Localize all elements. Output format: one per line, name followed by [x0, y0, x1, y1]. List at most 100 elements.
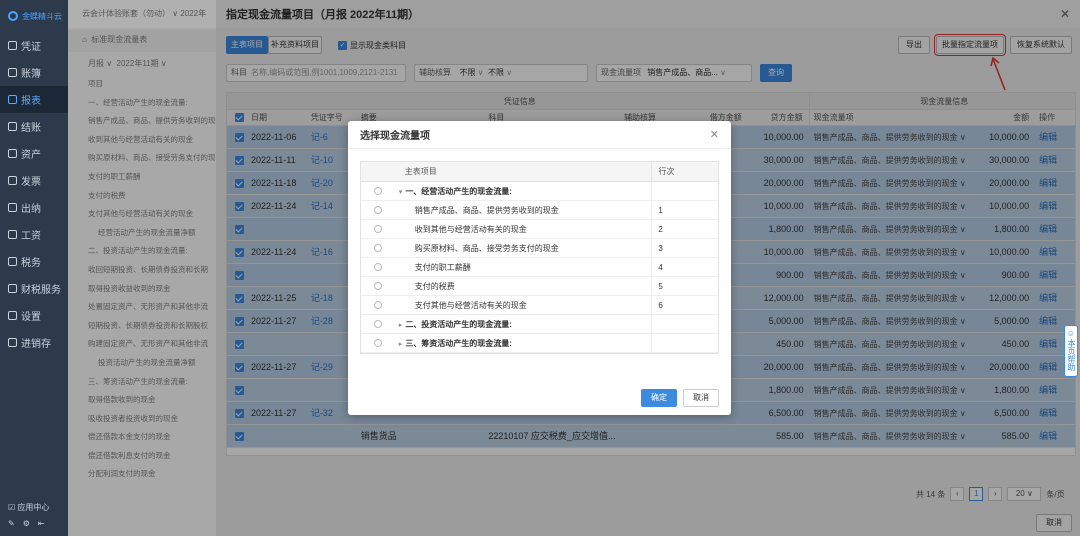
- sidebar-item-0[interactable]: 凭证: [0, 32, 68, 59]
- cash-flow-item-index: 2: [651, 220, 718, 238]
- app-center-link[interactable]: ☑ 应用中心: [8, 502, 49, 513]
- report-line-item: 取得借款收到的现金: [88, 395, 156, 405]
- service-icon: [8, 284, 17, 293]
- sidebar-item-2[interactable]: 报表: [0, 86, 68, 113]
- cash-flow-item-name: 支付的职工薪酬: [395, 258, 652, 276]
- sidebar-item-7[interactable]: 工资: [0, 221, 68, 248]
- sidebar-item-label: 报表: [21, 96, 41, 107]
- expand-icon[interactable]: ▸: [399, 322, 403, 329]
- list-header: 项目: [88, 79, 103, 88]
- sidebar-item-label: 发票: [21, 177, 41, 188]
- row-radio[interactable]: [361, 258, 395, 276]
- cash-flow-item-label: 支付其他与经营活动有关的现金: [414, 301, 527, 310]
- report-line-item: 经营活动产生的现金流量净额: [98, 227, 196, 237]
- inventory-icon: [8, 338, 17, 347]
- cash-flow-item-name: ▸ 三、筹资活动产生的现金流量:: [395, 334, 652, 352]
- close-account-icon: [8, 122, 17, 131]
- row-radio[interactable]: [361, 277, 395, 295]
- report-line-item: 支付的职工薪酬: [88, 171, 141, 181]
- expand-icon[interactable]: ▸: [399, 341, 403, 348]
- radio-icon: [373, 187, 382, 195]
- cash-flow-item-label: 支付的税费: [414, 282, 455, 291]
- radio-icon: [373, 206, 382, 214]
- logo-icon: [8, 11, 18, 21]
- report-line-item: 短期投资、长期债券投资和长期股权: [88, 320, 208, 330]
- cash-flow-item-row[interactable]: 支付其他与经营活动有关的现金 6: [361, 296, 718, 315]
- report-line-item: 二、投资活动产生的现金流量:: [88, 246, 188, 256]
- modal-ok-button[interactable]: 确定: [641, 389, 677, 407]
- report-line-item: 收到其他与经营活动有关的现金: [88, 134, 193, 144]
- logo-text: 金蝶精斗云: [22, 11, 62, 21]
- row-radio[interactable]: [361, 296, 395, 314]
- tax-icon: [8, 257, 17, 266]
- background-report-page: 云会计体验账套（勿动） ∨ 2022年 ⌂ 标准现金流量表 月报 ∨ 2022年…: [68, 0, 216, 536]
- voucher-icon: [8, 41, 17, 50]
- report-line-item: 分配利润支付的现金: [88, 469, 156, 479]
- cash-flow-item-row[interactable]: ▸ 二、投资活动产生的现金流量:: [361, 315, 718, 334]
- cash-flow-item-label: 购买原材料、商品、接受劳务支付的现金: [414, 244, 559, 253]
- row-radio[interactable]: [361, 182, 395, 200]
- radio-icon: [373, 225, 382, 233]
- cash-flow-item-label: 一、经营活动产生的现金流量:: [405, 187, 512, 196]
- period-select[interactable]: 2022年11期: [117, 59, 159, 68]
- gear-icon[interactable]: ⚙: [23, 519, 30, 528]
- sidebar-item-9[interactable]: 财税服务: [0, 275, 68, 302]
- cash-flow-item-row[interactable]: ▾ 一、经营活动产生的现金流量:: [361, 182, 718, 201]
- sidebar-item-label: 进销存: [21, 339, 51, 350]
- edit-icon[interactable]: ✎: [8, 519, 15, 528]
- col-main-item: 主表项目: [404, 167, 437, 176]
- sidebar-item-10[interactable]: 设置: [0, 302, 68, 329]
- row-radio[interactable]: [361, 201, 395, 219]
- cash-flow-item-label: 三、筹资活动产生的现金流量:: [405, 339, 512, 348]
- expand-icon[interactable]: ▾: [399, 189, 403, 196]
- sidebar-item-label: 出纳: [21, 204, 41, 215]
- row-radio[interactable]: [361, 334, 395, 352]
- cash-flow-item-index: [651, 315, 718, 333]
- row-radio[interactable]: [361, 239, 395, 257]
- asset-icon: [8, 149, 17, 158]
- modal-cancel-button[interactable]: 取消: [683, 389, 719, 407]
- row-radio[interactable]: [361, 315, 395, 333]
- cash-flow-item-index: 1: [651, 201, 718, 219]
- modal-close-icon[interactable]: ✕: [710, 128, 719, 141]
- book-icon: [8, 68, 17, 77]
- app-center-label: 应用中心: [17, 503, 50, 512]
- cash-flow-item-index: [651, 182, 718, 200]
- report-line-item: 销售产成品、商品、提供劳务收到的现金: [88, 116, 216, 126]
- sidebar-item-4[interactable]: 资产: [0, 140, 68, 167]
- cash-flow-item-row[interactable]: 支付的职工薪酬 4: [361, 258, 718, 277]
- tab-cash-flow[interactable]: 标准现金流量表: [91, 35, 147, 44]
- cash-flow-item-row[interactable]: 收到其他与经营活动有关的现金 2: [361, 220, 718, 239]
- home-icon[interactable]: ⌂: [82, 35, 87, 44]
- cash-flow-item-row[interactable]: 购买原材料、商品、接受劳务支付的现金 3: [361, 239, 718, 258]
- cash-flow-item-name: ▸ 二、投资活动产生的现金流量:: [395, 315, 652, 333]
- sidebar-item-1[interactable]: 账簿: [0, 59, 68, 86]
- page-help-badge[interactable]: ☺ 本页帮助: [1064, 325, 1078, 377]
- cash-flow-item-index: 4: [651, 258, 718, 276]
- sidebar-item-5[interactable]: 发票: [0, 167, 68, 194]
- period-type-select[interactable]: 月报: [88, 59, 104, 68]
- cash-flow-item-label: 二、投资活动产生的现金流量:: [405, 320, 512, 329]
- sidebar-item-8[interactable]: 税务: [0, 248, 68, 275]
- collapse-icon[interactable]: ⇤: [38, 519, 45, 528]
- sidebar-item-label: 财税服务: [21, 285, 61, 296]
- report-line-item: 一、经营活动产生的现金流量:: [88, 97, 188, 107]
- help-label: 本页帮助: [1067, 339, 1076, 371]
- sidebar-item-3[interactable]: 结账: [0, 113, 68, 140]
- cash-flow-item-row[interactable]: 销售产成品、商品、提供劳务收到的现金 1: [361, 201, 718, 220]
- cash-flow-item-index: 5: [651, 277, 718, 295]
- sidebar-item-6[interactable]: 出纳: [0, 194, 68, 221]
- cash-flow-item-label: 支付的职工薪酬: [414, 263, 471, 272]
- sidebar-item-11[interactable]: 进销存: [0, 329, 68, 356]
- cash-flow-item-name: 收到其他与经营活动有关的现金: [395, 220, 652, 238]
- radio-icon: [373, 263, 382, 271]
- report-line-item: 偿还借款利息支付的现金: [88, 450, 171, 460]
- cash-flow-item-name: 支付其他与经营活动有关的现金: [395, 296, 652, 314]
- radio-icon: [373, 320, 382, 328]
- cash-flow-item-row[interactable]: ▸ 三、筹资活动产生的现金流量:: [361, 334, 718, 353]
- row-radio[interactable]: [361, 220, 395, 238]
- modal-title: 选择现金流量项: [360, 131, 430, 142]
- sidebar: 金蝶精斗云 凭证 账簿报表结账 资产发票出纳工资税务财税服务设置进销存 ☑ 应用中心…: [0, 0, 68, 536]
- sidebar-item-label: 工资: [21, 231, 41, 242]
- cash-flow-item-row[interactable]: 支付的税费 5: [361, 277, 718, 296]
